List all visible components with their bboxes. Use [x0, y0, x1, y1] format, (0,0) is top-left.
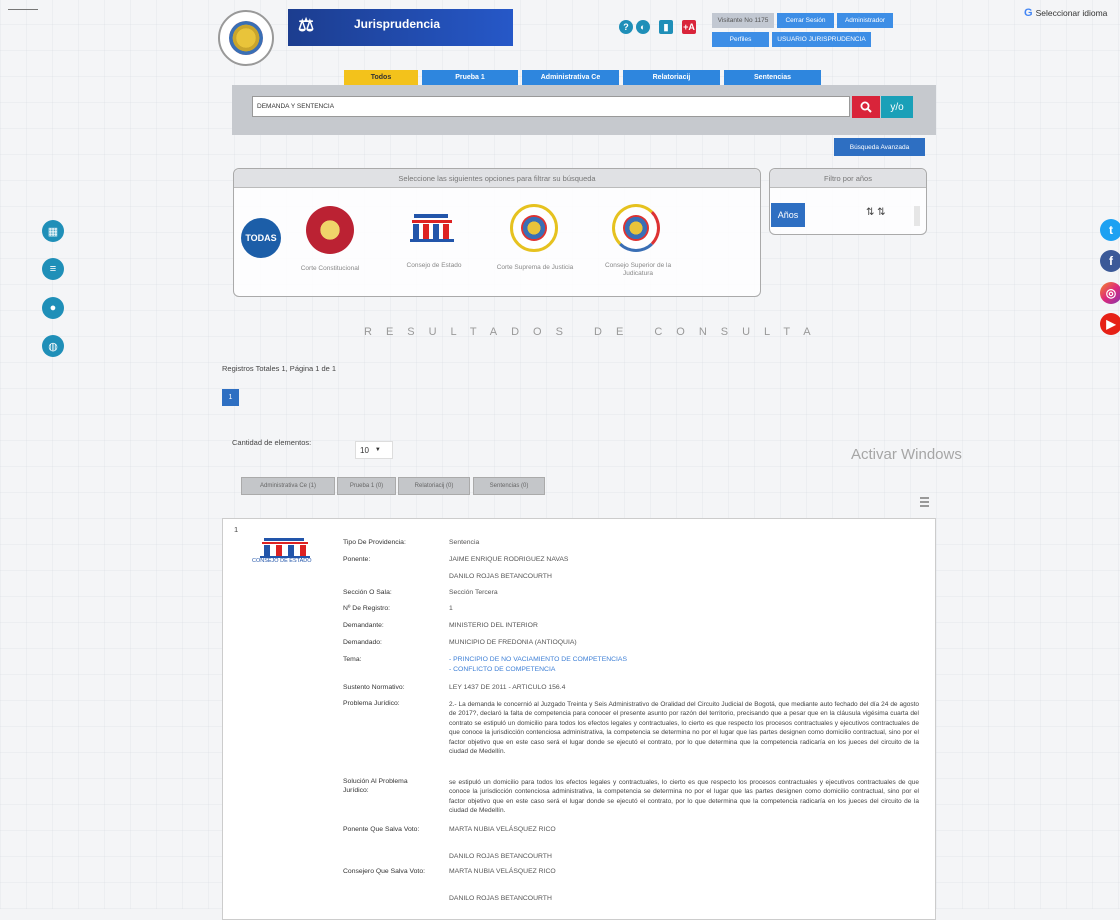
globe-icon[interactable]: ◍	[42, 335, 64, 357]
demandante-value: MINISTERIO DEL INTERIOR	[449, 622, 538, 629]
user-button[interactable]: USUARIO JURISPRUDENCIA	[772, 32, 871, 47]
menu-icon[interactable]	[920, 497, 929, 507]
tipo-label: Tipo De Providencia:	[343, 539, 406, 546]
results-summary: Registros Totales 1, Página 1 de 1	[222, 364, 337, 373]
building-icon[interactable]: ▦	[42, 220, 64, 242]
gavel-icon: ⚖	[298, 15, 315, 35]
search-input[interactable]	[252, 96, 850, 117]
google-icon: G	[1024, 7, 1033, 19]
and-or-button[interactable]: y/o	[881, 96, 913, 118]
tab-todos[interactable]: Todos	[344, 70, 418, 85]
year-filter-heading: Filtro por años	[770, 169, 926, 188]
tema-link-2[interactable]: - CONFLICTO DE COMPETENCIA	[449, 666, 555, 675]
corte-constitucional-label: Corte Constitucional	[300, 265, 360, 272]
windows-watermark: Activar Windows	[851, 446, 962, 463]
consejo-superior-label: Consejo Superior de la Judicatura	[604, 262, 672, 278]
search-button[interactable]	[852, 96, 880, 118]
filter-tab-relatoria[interactable]: Relatoriacij (0)	[398, 477, 470, 495]
tema-link-1[interactable]: - PRINCIPIO DE NO VACIAMIENTO DE COMPETE…	[449, 656, 627, 665]
problema-label: Problema Jurídico:	[343, 700, 400, 707]
font-size-icon[interactable]: +A	[682, 20, 696, 34]
salva-label: Ponente Que Salva Voto:	[343, 826, 420, 833]
salva-value-2: DANILO ROJAS BETANCOURTH	[449, 853, 552, 860]
colombia-seal-logo	[218, 10, 274, 66]
tab-sentencias[interactable]: Sentencias	[724, 70, 821, 85]
sustento-value: LEY 1437 DE 2011 - ARTICULO 156.4	[449, 684, 566, 691]
solucion-value: se estipuló un domicilio para todos los …	[449, 779, 919, 815]
accessibility-icon[interactable]: ▮	[659, 20, 673, 34]
solucion-label: Solución Al Problema Jurídico:	[343, 778, 408, 794]
advanced-search-button[interactable]: Búsqueda Avanzada	[834, 138, 925, 156]
tipo-value: Sentencia	[449, 539, 480, 546]
count-label: Cantidad de elementos:	[232, 438, 312, 447]
registro-label: Nº De Registro:	[343, 605, 391, 612]
problema-value: 2.- La demanda le concernió al Juzgado T…	[449, 701, 919, 756]
twitter-icon[interactable]: t	[1100, 219, 1120, 241]
filter-heading: Seleccione las siguientes opciones para …	[234, 169, 760, 188]
count-select[interactable]: 10 ▼	[355, 441, 393, 459]
corte-suprema-label: Corte Suprema de Justicia	[496, 264, 574, 271]
page-button[interactable]: 1	[222, 389, 239, 406]
search-icon	[860, 101, 872, 113]
seccion-label: Sección O Sala:	[343, 589, 392, 596]
salva-value-1: MARTA NUBIA VELÁSQUEZ RICO	[449, 826, 556, 833]
tab-relatoria[interactable]: Relatoriacij	[623, 70, 720, 85]
demandado-value: MUNICIPIO DE FREDONIA (ANTIOQUIA)	[449, 639, 577, 646]
brand-title: Jurisprudencia	[354, 17, 441, 31]
consejero-value-2: DANILO ROJAS BETANCOURTH	[449, 895, 552, 902]
results-title: RESULTADOS DE CONSULTA	[364, 326, 825, 338]
consejo-superior-logo[interactable]	[612, 204, 660, 252]
logout-button[interactable]: Cerrar Sesión	[777, 13, 834, 28]
ponente-label: Ponente:	[343, 556, 371, 563]
years-button[interactable]: Años	[771, 203, 805, 227]
stack-icon[interactable]: ≡	[42, 258, 64, 280]
person-icon[interactable]: ●	[42, 297, 64, 319]
consejero-value-1: MARTA NUBIA VELÁSQUEZ RICO	[449, 868, 556, 875]
contrast-icon[interactable]: ◐	[636, 20, 650, 34]
corte-constitucional-logo[interactable]	[306, 206, 354, 254]
help-icon[interactable]: ?	[619, 20, 633, 34]
instagram-icon[interactable]: ◎	[1100, 282, 1120, 304]
record-logo-caption: CONSEJO DE ESTADO	[252, 558, 312, 564]
demandante-label: Demandante:	[343, 622, 384, 629]
consejero-label: Consejero Que Salva Voto:	[343, 868, 425, 875]
filter-tab-sentencias[interactable]: Sentencias (0)	[473, 477, 545, 495]
tab-prueba1[interactable]: Prueba 1	[422, 70, 518, 85]
tab-administrativa[interactable]: Administrativa Ce	[522, 70, 619, 85]
jurisprudencia-banner[interactable]: ⚖ Jurisprudencia	[288, 9, 513, 46]
consejo-estado-label: Consejo de Estado	[406, 262, 462, 269]
top-divider	[8, 9, 38, 10]
visitor-counter: Visitante No 1175	[712, 13, 774, 28]
profiles-button[interactable]: Perfiles	[712, 32, 769, 47]
tema-label: Tema:	[343, 656, 362, 663]
consejo-estado-logo[interactable]	[406, 212, 458, 242]
registro-value: 1	[449, 605, 453, 612]
ponente-value-2: DANILO ROJAS BETANCOURTH	[449, 573, 552, 580]
sort-icon[interactable]: ⇅ ⇅	[866, 207, 886, 218]
admin-button[interactable]: Administrador	[837, 13, 893, 28]
consejo-estado-record-logo	[254, 537, 316, 559]
filter-tab-administrativa[interactable]: Administrativa Ce (1)	[241, 477, 335, 495]
demandado-label: Demandado:	[343, 639, 382, 646]
todas-button[interactable]: TODAS	[241, 218, 281, 258]
ponente-value-1: JAIME ENRIQUE RODRIGUEZ NAVAS	[449, 556, 569, 563]
seccion-value: Sección Tercera	[449, 589, 498, 596]
chevron-down-icon: ▼	[374, 447, 381, 453]
filter-tab-prueba1[interactable]: Prueba 1 (0)	[337, 477, 396, 495]
year-scrollbar[interactable]	[914, 206, 920, 226]
corte-suprema-logo[interactable]	[510, 204, 558, 252]
youtube-icon[interactable]: ▶	[1100, 313, 1120, 335]
language-selector[interactable]: G Seleccionar idioma	[1024, 7, 1107, 19]
sustento-label: Sustento Normativo:	[343, 684, 405, 691]
facebook-icon[interactable]: f	[1100, 250, 1120, 272]
record-index: 1	[234, 525, 239, 534]
